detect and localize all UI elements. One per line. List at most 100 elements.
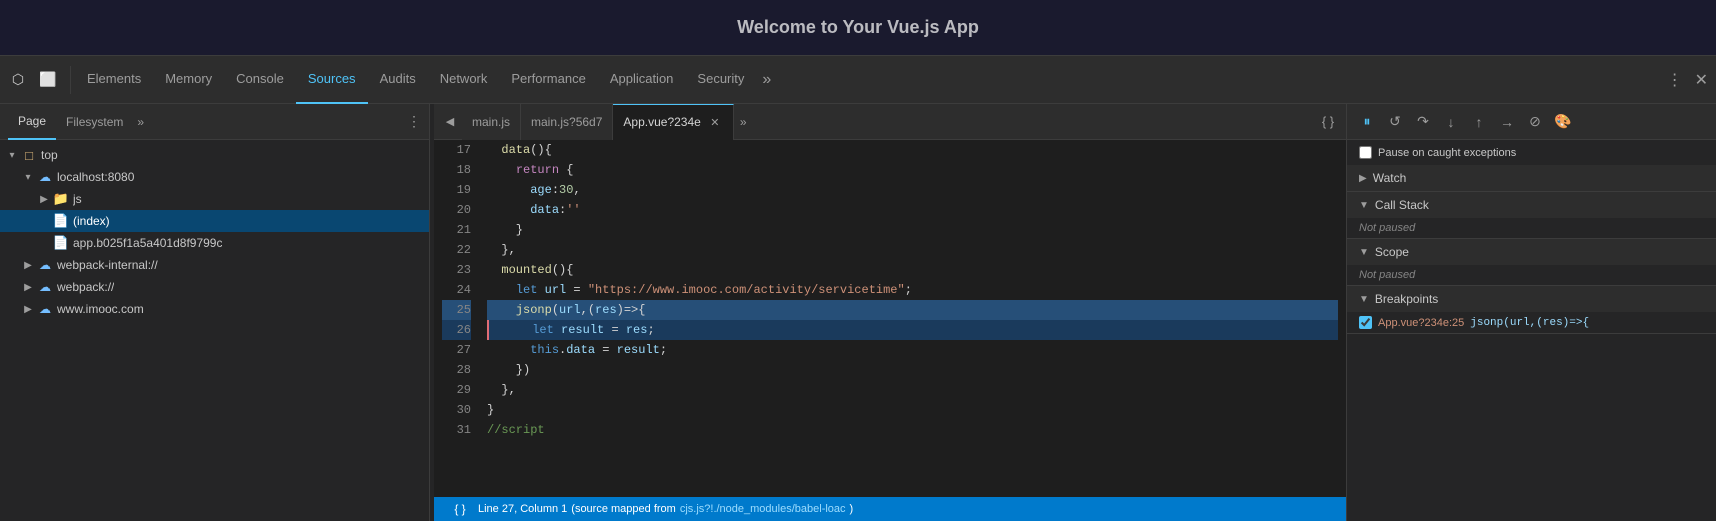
debug-pause-icon[interactable]: ⏸ (1355, 110, 1379, 134)
editor-tab-bar: ◀ main.js main.js?56d7 App.vue?234e ✕ » … (434, 104, 1346, 140)
code-lines: data(){ return { age:30, data:'' } }, mo… (479, 140, 1346, 497)
status-mapped-link[interactable]: cjs.js?!./node_modules/babel-loac (680, 503, 846, 515)
tree-item-localhost[interactable]: ▾ ☁ localhost:8080 (0, 166, 429, 188)
globe-icon-localhost: ☁ (36, 168, 54, 186)
globe-icon-webpack-internal: ☁ (36, 256, 54, 274)
tab-performance[interactable]: Performance (499, 56, 597, 104)
tree-item-index[interactable]: 📄 (index) (0, 210, 429, 232)
callstack-section: ▼ Call Stack Not paused (1347, 192, 1716, 239)
devtools-icons-left: ⬡ ⬜ (4, 66, 71, 94)
debugger-right-panel: ⏸ ↺ ↷ ↓ ↑ → ⊘ 🎨 Pause on caught exceptio… (1346, 104, 1716, 521)
pause-exceptions-row: Pause on caught exceptions (1347, 140, 1716, 165)
line-numbers: 17 18 19 20 21 22 23 24 25 26 27 28 29 3… (434, 140, 479, 497)
page-area: Welcome to Your Vue.js App (0, 0, 1716, 55)
tree-item-js[interactable]: ▶ 📁 js (0, 188, 429, 210)
status-position-text: Line 27, Column 1 (478, 503, 567, 515)
code-line-26: let result = res; (487, 320, 1338, 340)
breakpoint-code-1: jsonp(url,(res)=>{ (1470, 317, 1589, 329)
file-icon-app-bundle: 📄 (52, 234, 70, 252)
tab-bar-end: ⋮ ✕ (1663, 66, 1712, 94)
tab-audits[interactable]: Audits (368, 56, 428, 104)
code-line-30: } (487, 400, 1338, 420)
tree-arrow-webpack[interactable]: ▶ (20, 282, 36, 293)
devtools-menu-icon[interactable]: ⋮ (1663, 66, 1687, 94)
tab-application[interactable]: Application (598, 56, 686, 104)
tree-arrow-imooc[interactable]: ▶ (20, 304, 36, 315)
debug-resume-icon[interactable]: ↺ (1383, 110, 1407, 134)
tree-arrow-localhost[interactable]: ▾ (20, 172, 36, 183)
code-line-31: //script (487, 420, 1338, 440)
editor-tab-app-vue[interactable]: App.vue?234e ✕ (613, 104, 733, 140)
debug-stepinto-icon[interactable]: ↓ (1439, 110, 1463, 134)
folder-icon-top: □ (20, 146, 38, 164)
more-tabs-icon[interactable]: » (756, 71, 777, 89)
tab-sources[interactable]: Sources (296, 56, 368, 104)
breakpoints-section-header[interactable]: ▼ Breakpoints (1347, 286, 1716, 312)
tab-memory[interactable]: Memory (153, 56, 224, 104)
debug-stepcall-icon[interactable]: → (1495, 110, 1519, 134)
devtools-panel: ⬡ ⬜ Elements Memory Console Sources Audi… (0, 55, 1716, 521)
tree-item-top[interactable]: ▾ □ top (0, 144, 429, 166)
tree-item-webpack-internal[interactable]: ▶ ☁ webpack-internal:// (0, 254, 429, 276)
tab-console[interactable]: Console (224, 56, 296, 104)
scope-section-header[interactable]: ▼ Scope (1347, 239, 1716, 265)
device-icon[interactable]: ⬜ (34, 66, 62, 94)
pause-exceptions-label: Pause on caught exceptions (1378, 147, 1516, 159)
sources-sidebar: Page Filesystem » ⋮ ▾ □ top (0, 104, 430, 521)
code-line-25: jsonp(url,(res)=>{ (487, 300, 1338, 320)
status-brackets-icon[interactable]: { } (446, 495, 474, 521)
tree-label-webpack-internal: webpack-internal:// (57, 258, 158, 272)
code-line-24: let url = "https://www.imooc.com/activit… (487, 280, 1338, 300)
editor-nav-back[interactable]: ◀ (438, 110, 462, 134)
sidebar-menu-icon[interactable]: ⋮ (407, 113, 421, 130)
callstack-section-header[interactable]: ▼ Call Stack (1347, 192, 1716, 218)
code-line-29: }, (487, 380, 1338, 400)
editor-tab-end: { } (1314, 110, 1342, 134)
code-content[interactable]: 17 18 19 20 21 22 23 24 25 26 27 28 29 3… (434, 140, 1346, 497)
tree-arrow-top[interactable]: ▾ (4, 150, 20, 161)
code-line-22: }, (487, 240, 1338, 260)
globe-icon-webpack: ☁ (36, 278, 54, 296)
scope-section: ▼ Scope Not paused (1347, 239, 1716, 286)
sidebar-tab-filesystem[interactable]: Filesystem (56, 104, 133, 140)
tree-label-js: js (73, 192, 82, 206)
watch-label: Watch (1373, 171, 1407, 185)
tab-elements[interactable]: Elements (75, 56, 153, 104)
breakpoints-section: ▼ Breakpoints App.vue?234e:25 jsonp(url,… (1347, 286, 1716, 334)
tree-label-top: top (41, 148, 58, 162)
editor-format-icon[interactable]: { } (1314, 110, 1342, 134)
watch-section-header[interactable]: ▶ Watch (1347, 165, 1716, 191)
tree-item-imooc[interactable]: ▶ ☁ www.imooc.com (0, 298, 429, 320)
code-line-17: data(){ (487, 140, 1338, 160)
tree-label-imooc: www.imooc.com (57, 302, 144, 316)
debug-stepout-icon[interactable]: ↑ (1467, 110, 1491, 134)
editor-tab-close-icon[interactable]: ✕ (707, 114, 723, 130)
code-line-23: mounted(){ (487, 260, 1338, 280)
devtools-close-icon[interactable]: ✕ (1691, 66, 1712, 94)
sidebar-more-icon[interactable]: » (137, 115, 144, 129)
tab-security[interactable]: Security (685, 56, 756, 104)
code-line-28: }) (487, 360, 1338, 380)
breakpoint-checkbox-1[interactable] (1359, 316, 1372, 329)
editor-more-tabs-icon[interactable]: » (734, 115, 753, 129)
editor-tab-main-js[interactable]: main.js (462, 104, 521, 140)
inspect-icon[interactable]: ⬡ (4, 66, 32, 94)
callstack-content: Not paused (1347, 218, 1716, 238)
debug-stepover-icon[interactable]: ↷ (1411, 110, 1435, 134)
tree-arrow-webpack-internal[interactable]: ▶ (20, 260, 36, 271)
sidebar-tab-page[interactable]: Page (8, 104, 56, 140)
tree-item-webpack[interactable]: ▶ ☁ webpack:// (0, 276, 429, 298)
editor-tab-main-js-hash[interactable]: main.js?56d7 (521, 104, 613, 140)
debug-paint-icon[interactable]: 🎨 (1551, 110, 1575, 134)
tree-item-app-bundle[interactable]: 📄 app.b025f1a5a401d8f9799c (0, 232, 429, 254)
tree-arrow-js[interactable]: ▶ (36, 194, 52, 205)
sidebar-tab-bar: Page Filesystem » ⋮ (0, 104, 429, 140)
tab-network[interactable]: Network (428, 56, 500, 104)
watch-section: ▶ Watch (1347, 165, 1716, 192)
breakpoints-label: Breakpoints (1375, 292, 1438, 306)
tree-label-app-bundle: app.b025f1a5a401d8f9799c (73, 236, 222, 250)
pause-exceptions-checkbox[interactable] (1359, 146, 1372, 159)
status-close-paren: ) (850, 503, 854, 515)
debug-deactivate-icon[interactable]: ⊘ (1523, 110, 1547, 134)
code-line-27: this.data = result; (487, 340, 1338, 360)
